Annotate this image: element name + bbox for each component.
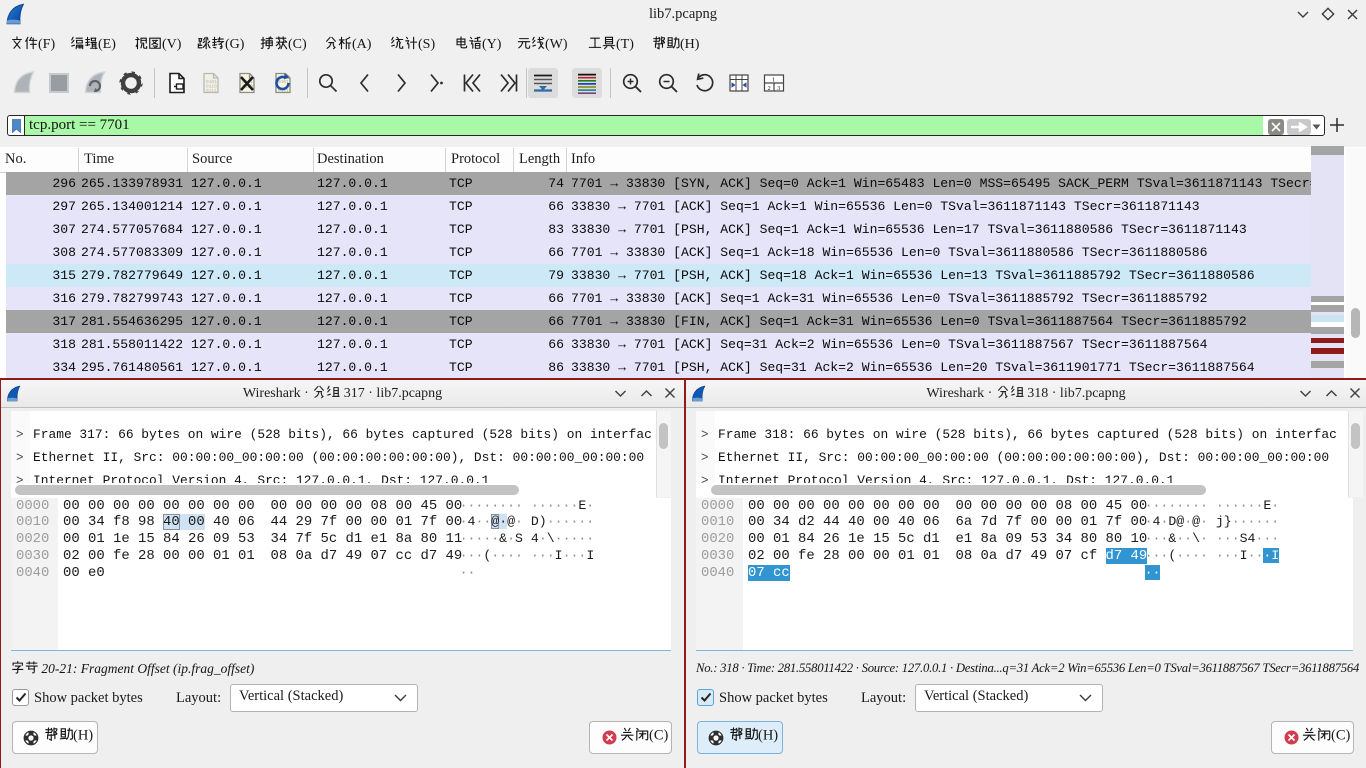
svg-text:2: 2	[767, 85, 770, 92]
svg-text:1: 1	[772, 77, 775, 84]
svg-text:0111: 0111	[206, 88, 217, 94]
svg-text:3: 3	[777, 85, 780, 92]
